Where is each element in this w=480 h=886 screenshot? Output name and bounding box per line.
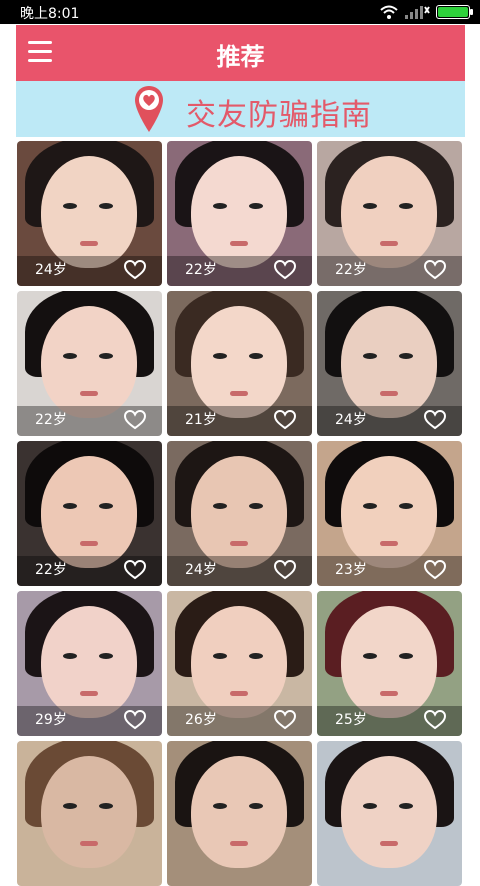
heart-icon[interactable] (124, 560, 146, 580)
profile-card[interactable] (167, 741, 312, 886)
heart-icon[interactable] (424, 710, 446, 730)
profile-photo (17, 741, 162, 886)
heart-icon[interactable] (124, 260, 146, 280)
profile-card[interactable]: 24岁 (17, 141, 162, 286)
profile-card[interactable]: 24岁 (317, 291, 462, 436)
heart-icon[interactable] (274, 410, 296, 430)
profile-card[interactable]: 21岁 (167, 291, 312, 436)
heart-icon[interactable] (274, 560, 296, 580)
age-label: 23岁 (335, 562, 367, 578)
age-label: 24岁 (35, 262, 67, 278)
profile-card[interactable]: 22岁 (167, 141, 312, 286)
app-bar: 推荐 (16, 25, 465, 81)
profile-photo (317, 741, 462, 886)
status-time: 晚上8:01 (20, 6, 80, 22)
status-icons (380, 4, 473, 20)
battery-icon (436, 5, 473, 19)
profile-card[interactable] (317, 741, 462, 886)
profile-card[interactable]: 29岁 (17, 591, 162, 736)
page-title: 推荐 (216, 43, 265, 71)
banner-text: 交友防骗指南 (186, 98, 372, 133)
profile-card[interactable]: 24岁 (167, 441, 312, 586)
age-label: 24岁 (185, 562, 217, 578)
profile-card[interactable] (17, 741, 162, 886)
age-label: 22岁 (185, 262, 217, 278)
wifi-icon (380, 5, 398, 19)
age-label: 22岁 (35, 562, 67, 578)
profile-card[interactable]: 22岁 (17, 291, 162, 436)
age-label: 22岁 (35, 412, 67, 428)
heart-icon[interactable] (124, 410, 146, 430)
profile-card[interactable]: 25岁 (317, 591, 462, 736)
signal-icon (405, 6, 430, 19)
age-label: 26岁 (185, 712, 217, 728)
heart-icon[interactable] (274, 260, 296, 280)
profile-card[interactable]: 26岁 (167, 591, 312, 736)
heart-icon[interactable] (124, 710, 146, 730)
heart-icon[interactable] (424, 410, 446, 430)
heart-icon[interactable] (424, 560, 446, 580)
location-pin-heart-icon (135, 86, 163, 132)
age-label: 29岁 (35, 712, 67, 728)
profile-card[interactable]: 22岁 (17, 441, 162, 586)
heart-icon[interactable] (274, 710, 296, 730)
profile-card[interactable]: 23岁 (317, 441, 462, 586)
age-label: 22岁 (335, 262, 367, 278)
profile-card[interactable]: 22岁 (317, 141, 462, 286)
age-label: 24岁 (335, 412, 367, 428)
status-bar: 晚上8:01 (0, 0, 480, 24)
heart-icon[interactable] (424, 260, 446, 280)
safety-guide-banner[interactable]: 交友防骗指南 (16, 81, 465, 137)
age-label: 21岁 (185, 412, 217, 428)
profile-photo (167, 741, 312, 886)
age-label: 25岁 (335, 712, 367, 728)
